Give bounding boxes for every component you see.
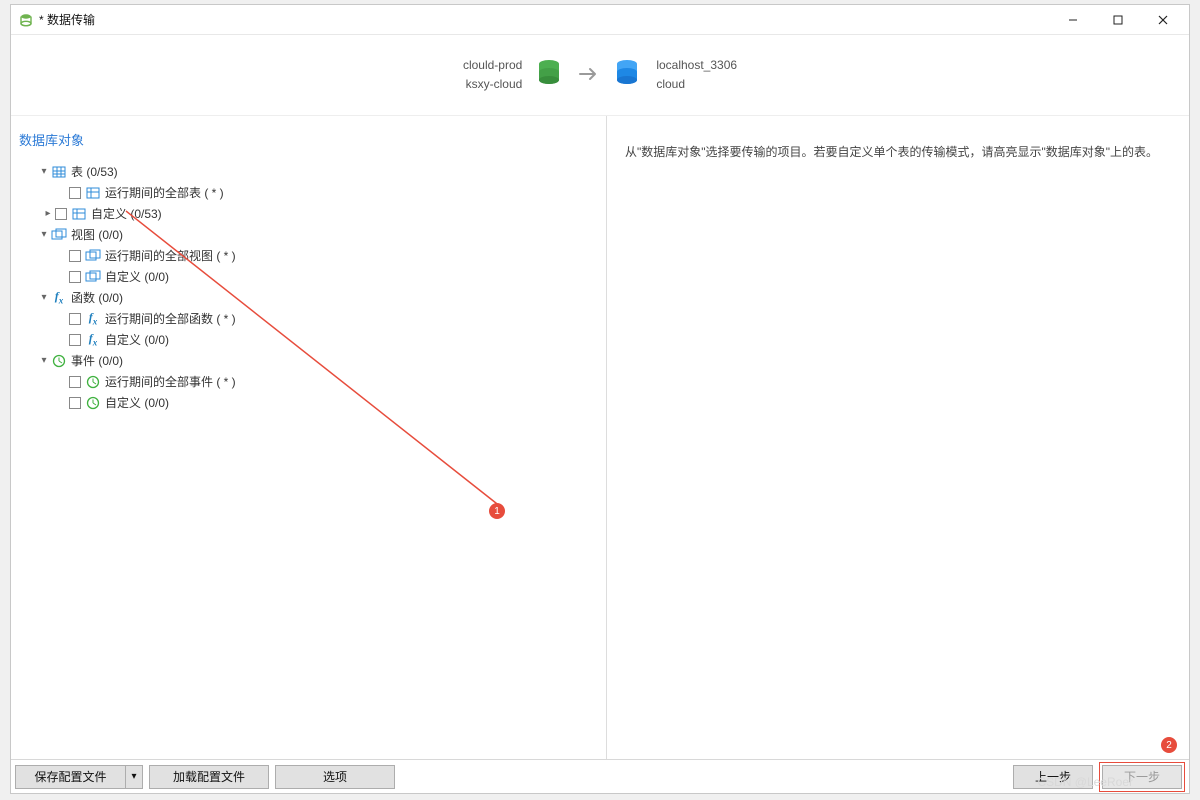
titlebar: * 数据传输 [11, 5, 1189, 35]
instruction-text: 从"数据库对象"选择要传输的项目。若要自定义单个表的传输模式，请高亮显示"数据库… [625, 142, 1171, 164]
function-icon: fx [85, 310, 101, 326]
function-icon: fx [85, 331, 101, 347]
window-title: * 数据传输 [39, 11, 1050, 28]
source-database-icon [536, 59, 564, 92]
body-split: 数据库对象 ▾ 表 (0/53) 运行期间的全部表 ( * ) ▸ [11, 115, 1189, 759]
checkbox[interactable] [69, 250, 81, 262]
tree-node-events-custom[interactable]: 自定义 (0/0) [19, 392, 598, 413]
target-name: localhost_3306 [656, 56, 737, 75]
chevron-down-icon[interactable]: ▾ [37, 229, 51, 240]
tree-label: 自定义 (0/53) [91, 205, 162, 222]
tree-node-tables[interactable]: ▾ 表 (0/53) [19, 161, 598, 182]
tree-node-views[interactable]: ▾ 视图 (0/0) [19, 224, 598, 245]
table-icon [51, 165, 67, 179]
section-title: 数据库对象 [19, 130, 598, 149]
object-tree[interactable]: ▾ 表 (0/53) 运行期间的全部表 ( * ) ▸ 自定义 (0/53) [19, 161, 598, 413]
checkbox[interactable] [69, 376, 81, 388]
tree-label: 自定义 (0/0) [105, 394, 169, 411]
checkbox[interactable] [69, 313, 81, 325]
tree-node-events[interactable]: ▾ 事件 (0/0) [19, 350, 598, 371]
view-icon [85, 270, 101, 284]
chevron-down-icon[interactable]: ▾ [37, 292, 51, 303]
data-transfer-window: * 数据传输 clould-prod ksxy-cloud localhost_… [10, 4, 1190, 794]
save-profile-button[interactable]: 保存配置文件 [15, 765, 125, 789]
prev-button[interactable]: 上一步 [1013, 765, 1093, 789]
object-tree-pane: 数据库对象 ▾ 表 (0/53) 运行期间的全部表 ( * ) ▸ [11, 116, 607, 759]
source-schema: ksxy-cloud [463, 75, 522, 94]
checkbox[interactable] [69, 187, 81, 199]
event-icon [85, 375, 101, 389]
save-profile-dropdown-button[interactable]: ▾ [125, 765, 143, 789]
window-controls [1050, 6, 1185, 34]
view-icon [51, 228, 67, 242]
tree-label: 运行期间的全部表 ( * ) [105, 184, 224, 201]
tree-node-views-all[interactable]: 运行期间的全部视图 ( * ) [19, 245, 598, 266]
chevron-down-icon[interactable]: ▾ [37, 355, 51, 366]
next-button-highlight: 下一步 [1099, 762, 1185, 792]
event-icon [51, 354, 67, 368]
table-icon [85, 186, 101, 200]
tree-node-functions-all[interactable]: fx 运行期间的全部函数 ( * ) [19, 308, 598, 329]
target-schema: cloud [656, 75, 737, 94]
tree-label: 表 (0/53) [71, 163, 118, 180]
checkbox[interactable] [69, 271, 81, 283]
info-pane: 从"数据库对象"选择要传输的项目。若要自定义单个表的传输模式，请高亮显示"数据库… [607, 116, 1189, 759]
source-name: clould-prod [463, 56, 522, 75]
tree-label: 运行期间的全部函数 ( * ) [105, 310, 236, 327]
source-connection-text: clould-prod ksxy-cloud [463, 56, 522, 94]
table-icon [71, 207, 87, 221]
tree-label: 运行期间的全部视图 ( * ) [105, 247, 236, 264]
arrow-right-icon [578, 66, 600, 85]
tree-node-tables-all[interactable]: 运行期间的全部表 ( * ) [19, 182, 598, 203]
close-button[interactable] [1140, 6, 1185, 34]
app-icon [19, 13, 33, 27]
tree-label: 函数 (0/0) [71, 289, 123, 306]
maximize-button[interactable] [1095, 6, 1140, 34]
function-icon: fx [51, 289, 67, 305]
footer-bar: 保存配置文件 ▾ 加载配置文件 选项 上一步 下一步 [11, 759, 1189, 793]
chevron-down-icon[interactable]: ▾ [37, 166, 51, 177]
options-button[interactable]: 选项 [275, 765, 395, 789]
load-profile-button[interactable]: 加载配置文件 [149, 765, 269, 789]
tree-node-functions-custom[interactable]: fx 自定义 (0/0) [19, 329, 598, 350]
save-profile-split-button: 保存配置文件 ▾ [15, 765, 143, 789]
checkbox[interactable] [69, 397, 81, 409]
next-button[interactable]: 下一步 [1102, 765, 1182, 789]
checkbox[interactable] [55, 208, 67, 220]
tree-node-tables-custom[interactable]: ▸ 自定义 (0/53) [19, 203, 598, 224]
tree-label: 视图 (0/0) [71, 226, 123, 243]
tree-label: 运行期间的全部事件 ( * ) [105, 373, 236, 390]
tree-label: 自定义 (0/0) [105, 268, 169, 285]
tree-node-views-custom[interactable]: 自定义 (0/0) [19, 266, 598, 287]
target-database-icon [614, 59, 642, 92]
chevron-right-icon[interactable]: ▸ [41, 208, 55, 219]
view-icon [85, 249, 101, 263]
event-icon [85, 396, 101, 410]
tree-node-events-all[interactable]: 运行期间的全部事件 ( * ) [19, 371, 598, 392]
target-connection-text: localhost_3306 cloud [656, 56, 737, 94]
connection-header: clould-prod ksxy-cloud localhost_3306 cl… [11, 35, 1189, 115]
checkbox[interactable] [69, 334, 81, 346]
minimize-button[interactable] [1050, 6, 1095, 34]
tree-label: 事件 (0/0) [71, 352, 123, 369]
tree-label: 自定义 (0/0) [105, 331, 169, 348]
tree-node-functions[interactable]: ▾ fx 函数 (0/0) [19, 287, 598, 308]
